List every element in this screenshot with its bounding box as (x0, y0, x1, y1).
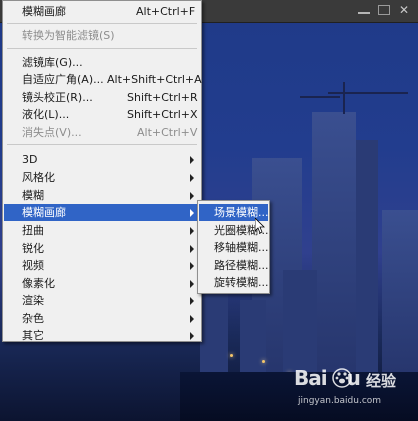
menu-item-label: 像素化 (22, 277, 55, 290)
menu-item-label: 转换为智能滤镜(S) (22, 29, 115, 42)
menu-item-shortcut: Shift+Ctrl+X (127, 108, 198, 121)
menu-item-other[interactable]: 其它 (4, 327, 200, 344)
menu-item-lens-correction[interactable]: 镜头校正(R)... Shift+Ctrl+R (4, 89, 200, 106)
mouse-cursor-icon (255, 218, 265, 234)
menu-item-shortcut: Alt+Shift+Ctrl+A (107, 73, 202, 86)
menu-item-label: 视频 (22, 259, 44, 272)
submenu-arrow-icon (190, 297, 194, 305)
crane-mast (343, 82, 345, 114)
paw-icon (332, 368, 352, 388)
menu-separator (7, 23, 197, 24)
submenu-arrow-icon (190, 156, 194, 164)
menu-item-pixelate[interactable]: 像素化 (4, 275, 200, 292)
crane-arm (328, 92, 408, 94)
menu-item-liquify[interactable]: 液化(L)... Shift+Ctrl+X (4, 106, 200, 123)
building-silhouette (356, 140, 378, 380)
menu-item-label: 杂色 (22, 312, 44, 325)
building-silhouette (312, 112, 356, 382)
crane-arm (300, 96, 340, 98)
menu-item-label: 3D (22, 153, 38, 166)
menu-item-label: 路径模糊... (214, 259, 269, 272)
submenu-arrow-icon (190, 192, 194, 200)
submenu-arrow-icon (190, 280, 194, 288)
menu-item-shortcut: Alt+Ctrl+V (137, 126, 198, 139)
menu-item-label: 液化(L)... (22, 108, 70, 121)
menu-item-label: 模糊画廊 (22, 5, 66, 18)
menu-item-shortcut: Shift+Ctrl+R (127, 91, 198, 104)
building-silhouette (240, 300, 266, 380)
submenu-arrow-icon (190, 174, 194, 182)
menu-item-label: 滤镜库(G)... (22, 56, 83, 69)
submenu-item-path-blur[interactable]: 路径模糊... (199, 257, 269, 274)
menu-item-noise[interactable]: 杂色 (4, 310, 200, 327)
submenu-arrow-icon (190, 227, 194, 235)
menu-item-3d[interactable]: 3D (4, 151, 200, 168)
submenu-arrow-icon (190, 315, 194, 323)
menu-item-label: 旋转模糊... (214, 276, 269, 289)
menu-item-video[interactable]: 视频 (4, 257, 200, 274)
menu-item-adaptive-wide-angle[interactable]: 自适应广角(A)... Alt+Shift+Ctrl+A (4, 71, 202, 88)
submenu-arrow-icon (190, 245, 194, 253)
maximize-icon[interactable] (378, 5, 390, 15)
menu-item-label: 自适应广角(A)... (22, 73, 104, 86)
baidu-jingyan-watermark: Bai u 经验 jingyan.baidu.com (294, 366, 416, 418)
watermark-jingyan-text: 经验 (366, 372, 397, 390)
menu-item-label: 模糊 (22, 189, 44, 202)
submenu-item-tilt-shift[interactable]: 移轴模糊... (199, 239, 269, 256)
city-light (262, 360, 265, 363)
submenu-item-spin-blur[interactable]: 旋转模糊... (199, 274, 269, 291)
menu-item-label: 消失点(V)... (22, 126, 82, 139)
menu-item-label: 模糊画廊 (22, 206, 66, 219)
watermark-url: jingyan.baidu.com (298, 396, 382, 406)
menu-item-label: 扭曲 (22, 224, 44, 237)
submenu-arrow-icon (190, 262, 194, 270)
filter-menu: 模糊画廊 Alt+Ctrl+F 转换为智能滤镜(S) 滤镜库(G)... 自适应… (2, 0, 202, 342)
menu-separator (7, 48, 197, 49)
menu-item-shortcut: Alt+Ctrl+F (136, 5, 196, 18)
menu-item-label: 锐化 (22, 242, 44, 255)
menu-item-sharpen[interactable]: 锐化 (4, 240, 200, 257)
menu-item-filter-gallery[interactable]: 滤镜库(G)... (4, 54, 200, 71)
submenu-arrow-icon (190, 209, 194, 217)
submenu-arrow-icon (190, 332, 194, 340)
menu-item-label: 风格化 (22, 171, 55, 184)
blur-gallery-submenu: 场景模糊... 光圈模糊... 移轴模糊... 路径模糊... 旋转模糊... (197, 200, 270, 294)
menu-item-label: 其它 (22, 329, 44, 342)
minimize-icon[interactable] (358, 5, 370, 14)
building-silhouette (382, 210, 418, 380)
menu-separator (7, 144, 197, 145)
menu-item-distort[interactable]: 扭曲 (4, 222, 200, 239)
menu-item-render[interactable]: 渲染 (4, 292, 200, 309)
building-silhouette (283, 270, 317, 380)
close-icon[interactable]: ✕ (398, 4, 410, 16)
menu-item-blur-gallery[interactable]: 模糊画廊 (4, 204, 200, 221)
menu-item-blur-gallery-last[interactable]: 模糊画廊 Alt+Ctrl+F (4, 3, 200, 20)
menu-item-blur[interactable]: 模糊 (4, 187, 200, 204)
city-light (230, 354, 233, 357)
menu-item-stylize[interactable]: 风格化 (4, 169, 200, 186)
menu-item-label: 渲染 (22, 294, 44, 307)
menu-item-convert-smart-filter[interactable]: 转换为智能滤镜(S) (4, 27, 200, 44)
menu-item-vanishing-point[interactable]: 消失点(V)... Alt+Ctrl+V (4, 124, 200, 141)
menu-item-label: 镜头校正(R)... (22, 91, 93, 104)
menu-item-label: 移轴模糊... (214, 241, 269, 254)
